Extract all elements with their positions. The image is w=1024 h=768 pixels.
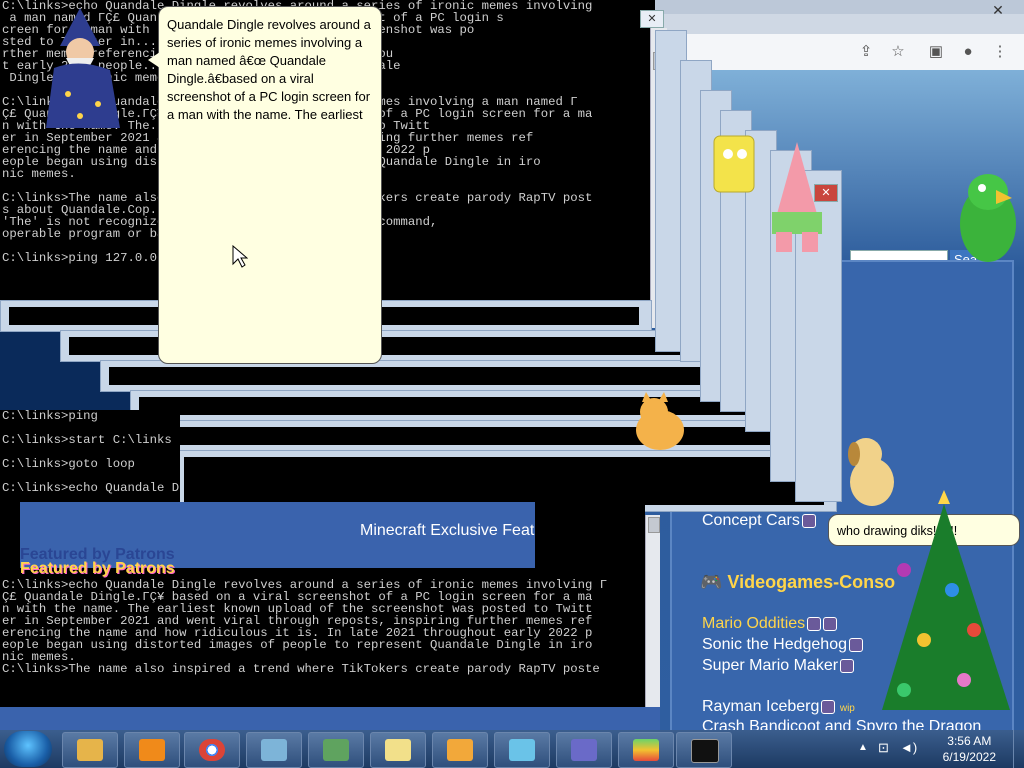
mouse-cursor-icon [232, 245, 248, 268]
merlin-speech-balloon: Quandale Dingle revolves around a series… [158, 6, 382, 364]
taskbar-image-viewer[interactable] [246, 732, 302, 768]
balloon-text: Quandale Dingle revolves around a series… [167, 17, 371, 122]
cmd-frame-3[interactable] [100, 360, 742, 392]
cmd-middle-output: C:\links>ping C:\links>start C:\links C:… [2, 410, 180, 495]
spongebob-agent-icon[interactable] [694, 130, 764, 210]
taskbar-system-monitor[interactable] [308, 732, 364, 768]
featured-by-patrons: Featured by Patrons [20, 560, 175, 577]
tray-clock[interactable]: 3:56 AM 6/19/2022 [943, 733, 996, 765]
minecraft-exclusive-title[interactable]: Minecraft Exclusive Feat [360, 522, 534, 540]
profile-icon[interactable]: ● [958, 42, 978, 62]
cat-agent-icon[interactable] [618, 392, 702, 458]
cmd-bottom-statusbar [0, 707, 660, 730]
cmd-frame-5[interactable] [155, 420, 817, 452]
network-icon[interactable]: ⊡ [878, 740, 889, 756]
system-tray: ▲ ⊡ ◄) 3:56 AM 6/19/2022 [854, 730, 1024, 768]
sidebar-icon[interactable]: ▣ [926, 42, 946, 62]
browser-tab-strip[interactable] [620, 0, 1024, 14]
taskbar-bluestacks[interactable] [618, 732, 674, 768]
clock-date: 6/19/2022 [942, 750, 996, 764]
featured-banner: Minecraft Exclusive Feat Featured by Pat… [20, 502, 535, 577]
volume-icon[interactable]: ◄) [900, 740, 917, 755]
cmd-bottom-scrollbar[interactable] [645, 515, 660, 707]
link-mario-oddities[interactable]: Mario Oddities [702, 615, 838, 633]
taskbar-media-player[interactable] [124, 732, 180, 768]
parrot-agent-icon[interactable] [952, 168, 1024, 272]
taskbar-explorer[interactable] [62, 732, 118, 768]
tray-expand-icon[interactable]: ▲ [858, 742, 868, 753]
share-icon[interactable]: ⇪ [856, 42, 876, 62]
christmas-tree-icon [882, 490, 1010, 710]
taskbar-notes[interactable] [432, 732, 488, 768]
link-super-mario-maker[interactable]: Super Mario Maker [702, 657, 855, 675]
wizard-agent-icon[interactable] [40, 8, 150, 130]
start-button[interactable] [4, 731, 52, 767]
link-rayman[interactable]: Rayman Iceberg wip [702, 698, 855, 716]
section-videogames: 🎮 Videogames-Conso [700, 572, 896, 592]
taskbar-file-manager[interactable] [370, 732, 426, 768]
star-icon[interactable]: ☆ [888, 42, 908, 62]
clock-time: 3:56 AM [947, 734, 992, 748]
menu-icon[interactable]: ⋮ [990, 42, 1010, 62]
cmd-top-close-button[interactable]: ✕ [640, 10, 664, 28]
show-desktop-button[interactable] [1013, 730, 1024, 768]
cmd-window-middle[interactable]: C:\links>ping C:\links>start C:\links C:… [0, 410, 180, 505]
taskbar-atom[interactable] [494, 732, 550, 768]
patrick-agent-icon[interactable] [762, 142, 832, 260]
taskbar-chrome[interactable] [184, 732, 240, 768]
link-concept-cars[interactable]: Concept Cars [702, 512, 816, 530]
browser-close-button[interactable]: ✕ [984, 2, 1012, 18]
link-sonic[interactable]: Sonic the Hedgehog [702, 636, 863, 654]
taskbar-command-prompt[interactable] [676, 732, 732, 768]
taskbar-virus-app[interactable] [556, 732, 612, 768]
taskbar: ▲ ⊡ ◄) 3:56 AM 6/19/2022 [0, 730, 1024, 768]
